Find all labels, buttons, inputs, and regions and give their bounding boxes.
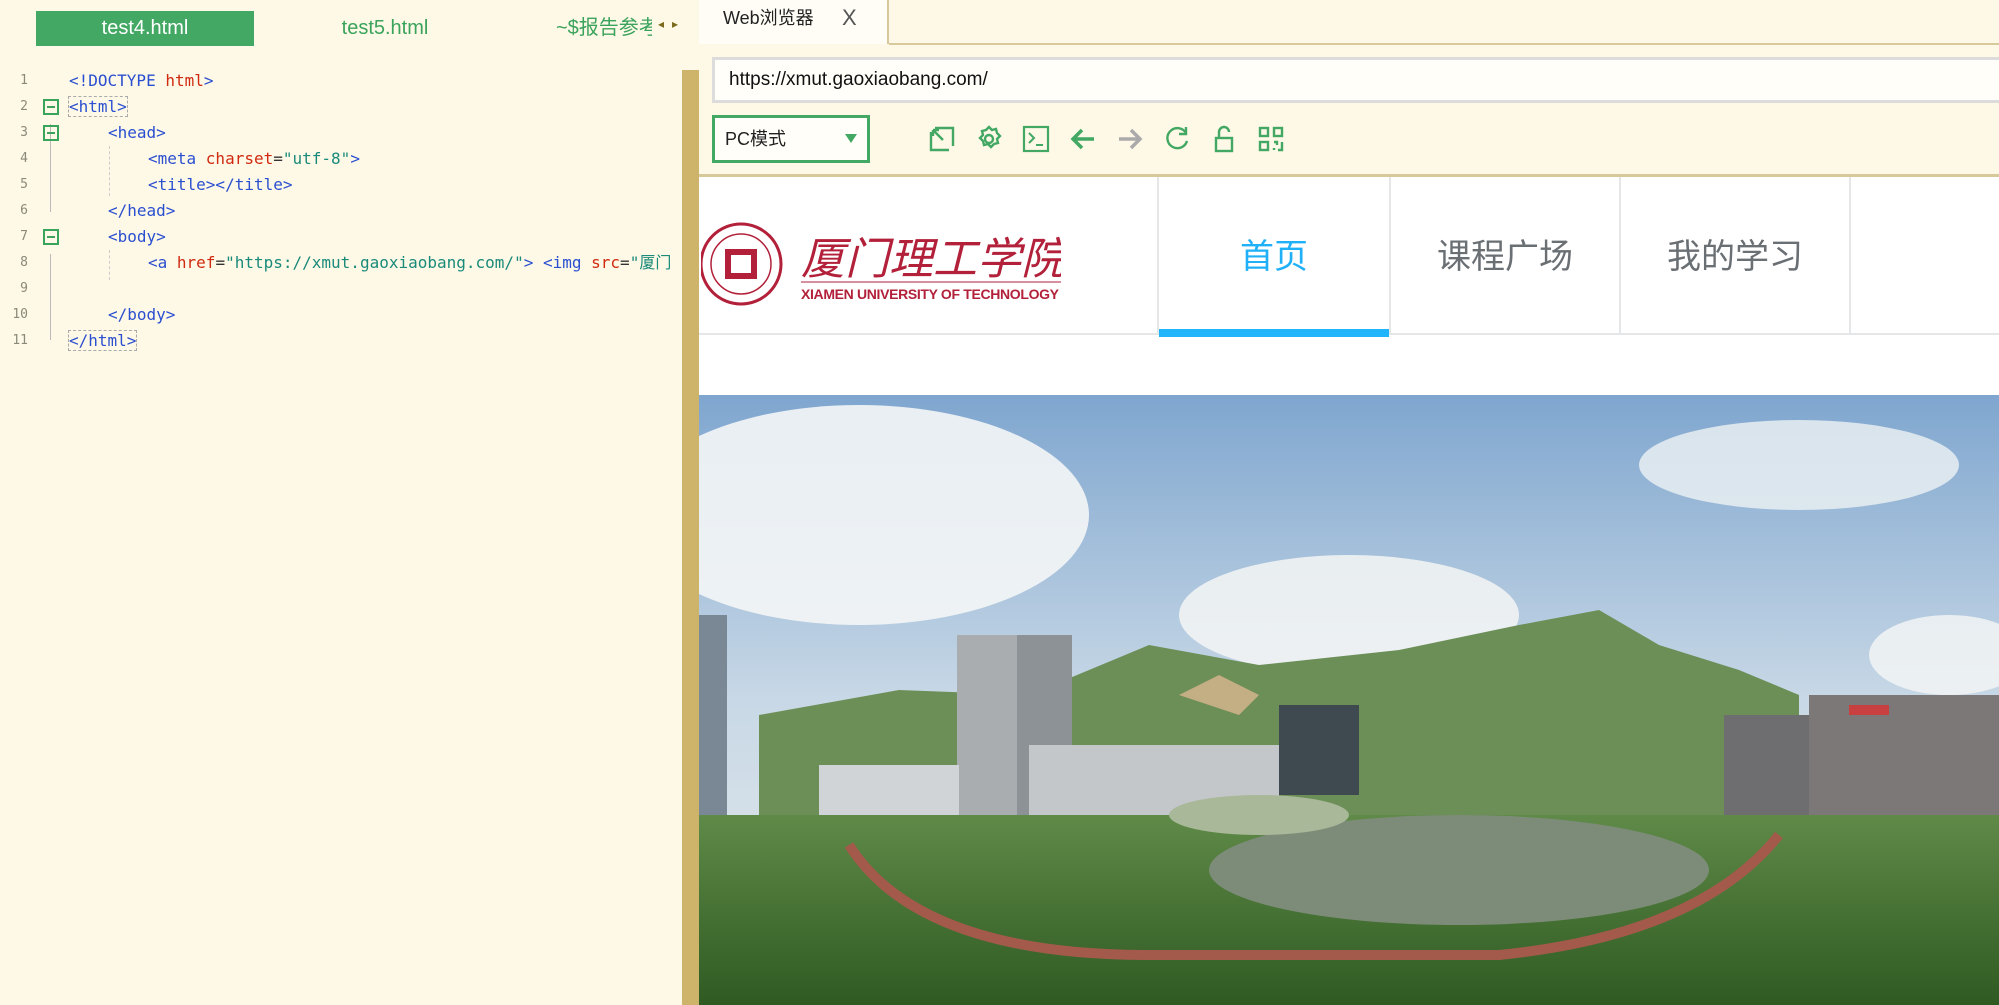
web-page: 厦门理工学院 XIAMEN UNIVERSITY OF TECHNOLOGY 首…	[699, 177, 1999, 1005]
chevron-down-icon	[845, 134, 857, 143]
line-number: 6	[20, 203, 28, 218]
token: <body>	[108, 227, 166, 246]
line-number: 4	[20, 151, 28, 166]
code-line[interactable]: 2 <html>	[0, 94, 682, 120]
token: <meta	[148, 149, 206, 168]
code-line[interactable]: 3 <head>	[0, 120, 682, 146]
gear-icon[interactable]	[974, 124, 1004, 154]
fold-minus-icon[interactable]	[43, 99, 59, 115]
logo-chinese-name: 厦门理工学院	[801, 234, 1061, 285]
token: > <img	[523, 253, 592, 272]
line-number: 3	[20, 125, 28, 140]
tab-report[interactable]: ~$报告参考	[556, 11, 652, 46]
mode-value: PC模式	[725, 129, 787, 149]
nav-more[interactable]	[1849, 177, 1999, 335]
code-line[interactable]: 11 </html>	[0, 328, 682, 354]
token: =	[620, 253, 630, 272]
refresh-icon[interactable]	[1162, 124, 1192, 154]
terminal-icon[interactable]	[1021, 124, 1051, 154]
code-editor[interactable]: test4.html test5.html ~$报告参考 ◂▸ 1 <!DOCTY…	[0, 0, 682, 1005]
token: <title></title>	[148, 175, 293, 194]
token: "https://xmut.gaoxiaobang.com/"	[225, 253, 524, 272]
line-number: 1	[20, 73, 28, 88]
token: "utf-8"	[282, 149, 351, 168]
qr-code-icon[interactable]	[1256, 124, 1286, 154]
arrow-left-icon[interactable]	[1068, 124, 1098, 154]
code-line[interactable]: 1 <!DOCTYPE html>	[0, 68, 682, 94]
line-number: 5	[20, 177, 28, 192]
code-line[interactable]: 7 <body>	[0, 224, 682, 250]
nav-home[interactable]: 首页	[1157, 177, 1389, 337]
token: </body>	[108, 305, 176, 324]
nav-my-learning[interactable]: 我的学习	[1619, 177, 1849, 335]
browser-tab-label: Web浏览器	[723, 8, 814, 28]
token: <!DOCTYPE	[69, 71, 166, 90]
line-number: 9	[20, 281, 28, 296]
token: =	[273, 149, 283, 168]
token: <a	[148, 253, 177, 272]
line-number: 11	[12, 333, 28, 348]
token: href	[176, 253, 216, 272]
token: html	[165, 71, 204, 90]
token: </head>	[108, 201, 176, 220]
code-line[interactable]: 8 <a href="https://xmut.gaoxiaobang.com/"…	[0, 250, 682, 276]
arrow-right-icon[interactable]	[1115, 124, 1145, 154]
nav-course-square[interactable]: 课程广场	[1389, 177, 1619, 335]
token: </html>	[67, 330, 138, 351]
fold-minus-icon[interactable]	[43, 125, 59, 141]
line-number: 8	[20, 255, 28, 270]
line-number: 2	[20, 99, 28, 114]
site-nav: 厦门理工学院 XIAMEN UNIVERSITY OF TECHNOLOGY 首…	[699, 177, 1999, 337]
campus-banner-image[interactable]	[699, 395, 1999, 1005]
fold-minus-icon[interactable]	[43, 229, 59, 245]
token: >	[350, 149, 360, 168]
editor-scrollbar[interactable]	[682, 70, 699, 1005]
token: >	[203, 71, 214, 90]
unlock-icon[interactable]	[1209, 124, 1239, 154]
school-logo[interactable]: 厦门理工学院 XIAMEN UNIVERSITY OF TECHNOLOGY	[701, 219, 1061, 309]
token: "厦门	[629, 253, 672, 272]
code-line[interactable]: 9	[0, 276, 682, 302]
divider	[889, 43, 1999, 45]
close-icon[interactable]: X	[842, 0, 857, 36]
line-number: 7	[20, 229, 28, 244]
token: src	[591, 253, 621, 272]
token: <head>	[108, 123, 166, 142]
web-browser-panel: Web浏览器 X https://xmut.gaoxiaobang.com/ PC…	[699, 0, 1999, 1005]
token: charset	[205, 149, 274, 168]
open-external-icon[interactable]	[927, 124, 957, 154]
token: <html>	[68, 96, 128, 117]
tab-test5[interactable]: test5.html	[290, 11, 480, 46]
tab-test4[interactable]: test4.html	[36, 11, 254, 46]
logo-english-name: XIAMEN UNIVERSITY OF TECHNOLOGY	[801, 286, 1060, 302]
code-line[interactable]: 6 </head>	[0, 198, 682, 224]
line-number: 10	[12, 307, 28, 322]
code-line[interactable]: 4 <meta charset="utf-8">	[0, 146, 682, 172]
url-input[interactable]: https://xmut.gaoxiaobang.com/	[712, 57, 1999, 103]
code-line[interactable]: 5 <title></title>	[0, 172, 682, 198]
mode-select[interactable]: PC模式	[712, 115, 870, 163]
code-line[interactable]: 10 </body>	[0, 302, 682, 328]
browser-tab[interactable]: Web浏览器 X	[699, 0, 889, 44]
tab-scroll-arrows[interactable]: ◂▸	[658, 17, 686, 31]
token: =	[215, 253, 226, 272]
